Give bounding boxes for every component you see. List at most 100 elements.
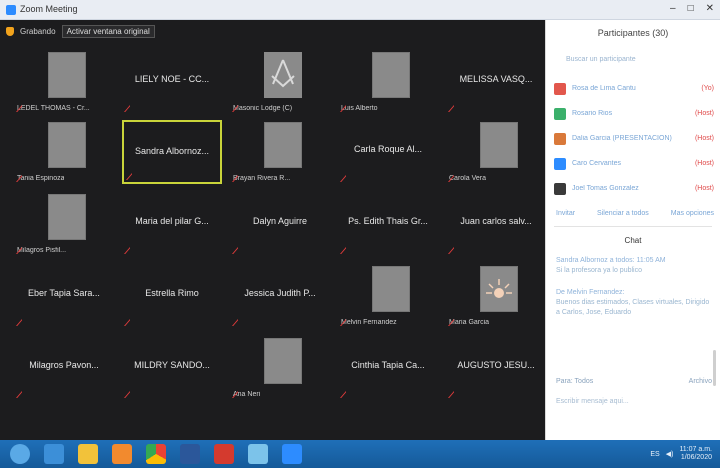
participant-list-item[interactable]: Rosa de Lima Cantu (Yo) xyxy=(554,76,714,101)
participant-list: Rosa de Lima Cantu (Yo) Rosario Rios (Host)… xyxy=(554,76,714,201)
participant-actions: Invitar Silenciar a todos Mas opciones xyxy=(556,210,714,217)
muted-mic-icon xyxy=(16,319,22,326)
participant-name: Eber Tapia Sara... xyxy=(28,288,100,298)
participant-name: Maria del pilar G... xyxy=(135,216,209,226)
participant-name: Cinthia Tapia Ca... xyxy=(351,360,425,370)
participant-name: LEDEL THOMAS - Cr... xyxy=(17,105,90,112)
participant-list-name: Rosario Rios xyxy=(572,110,613,117)
participant-list-item[interactable]: Joel Tomas Gonzalez (Host) xyxy=(554,176,714,201)
participant-list-item[interactable]: Rosario Rios (Host) xyxy=(554,101,714,126)
maximize-icon[interactable]: □ xyxy=(688,3,694,14)
muted-mic-icon xyxy=(126,173,132,180)
participant-name: Tania Espinoza xyxy=(17,175,65,182)
participant-tile[interactable]: Masonic Lodge (C) xyxy=(230,50,330,114)
chat-controls: Para: Todos Archivo xyxy=(556,378,712,385)
clock[interactable]: 11:07 a.m. 1/06/2020 xyxy=(679,446,712,462)
participant-tile[interactable]: Eber Tapia Sara... xyxy=(14,264,114,328)
file-explorer-icon[interactable] xyxy=(78,444,98,464)
internet-explorer-icon[interactable] xyxy=(44,444,64,464)
meeting-top-bar: Grabando Activar ventana original xyxy=(6,24,155,38)
language-indicator[interactable]: ES xyxy=(650,451,659,458)
participant-avatar xyxy=(554,82,566,95)
participant-name: Estrella Rimo xyxy=(145,288,199,298)
participant-search-input[interactable]: Buscar un participante xyxy=(566,56,636,63)
zoom-app-icon xyxy=(6,5,16,15)
participant-tile[interactable]: Melvin Fernandez xyxy=(338,264,438,328)
muted-mic-icon xyxy=(448,391,454,398)
participant-list-item[interactable]: Dalia Garcia (PRESENTACION) (Host) xyxy=(554,126,714,151)
participant-tile[interactable]: Luis Alberto xyxy=(338,50,438,114)
volume-icon[interactable]: ◀) xyxy=(666,450,674,458)
participant-list-item[interactable]: Caro Cervantes (Host) xyxy=(554,151,714,176)
participant-video xyxy=(480,266,518,312)
participant-tile[interactable]: Jessica Judith P... xyxy=(230,264,330,328)
participant-tile[interactable]: Maria del pilar G... xyxy=(122,192,222,256)
participant-status: (Yo) xyxy=(701,85,714,92)
participant-list-name: Rosa de Lima Cantu xyxy=(572,85,636,92)
muted-mic-icon xyxy=(340,175,346,182)
participant-name: Brayan Rivera R... xyxy=(233,175,291,182)
participant-status: (Host) xyxy=(694,160,714,167)
clock-time: 11:07 a.m. xyxy=(679,446,712,453)
participant-name: MILDRY SANDO... xyxy=(134,360,210,370)
participant-status: (Host) xyxy=(694,110,714,117)
participant-tile[interactable]: Dalyn Aguirre xyxy=(230,192,330,256)
more-options-button[interactable]: Mas opciones xyxy=(671,210,714,217)
participant-status: (Host) xyxy=(694,135,714,142)
participant-tile[interactable]: MILDRY SANDO... xyxy=(122,336,222,400)
muted-mic-icon xyxy=(340,247,346,254)
media-player-icon[interactable] xyxy=(112,444,132,464)
word-icon[interactable] xyxy=(180,444,200,464)
recording-status: Grabando xyxy=(20,26,56,36)
participant-tile[interactable]: Ps. Edith Thais Gr... xyxy=(338,192,438,256)
invite-button[interactable]: Invitar xyxy=(556,210,575,217)
windows-start-icon[interactable] xyxy=(10,444,30,464)
mute-all-button[interactable]: Silenciar a todos xyxy=(597,210,649,217)
participant-tile[interactable]: Milagros Pavon... xyxy=(14,336,114,400)
participant-avatar xyxy=(554,157,566,170)
close-icon[interactable]: ✕ xyxy=(706,3,714,14)
chat-messages: Sandra Albornoz a todos: 11:05 AM Si la … xyxy=(556,256,712,330)
clock-date: 1/06/2020 xyxy=(680,454,712,461)
muted-mic-icon xyxy=(448,247,454,254)
window-titlebar: Zoom Meeting – □ ✕ xyxy=(0,0,720,20)
participant-tile[interactable]: Milagros Pisfil... xyxy=(14,192,114,256)
participant-tile[interactable]: Carola Vera xyxy=(446,120,546,184)
participant-tile[interactable]: Ana Neri xyxy=(230,336,330,400)
chat-scrollbar[interactable] xyxy=(713,350,716,386)
participant-tile[interactable]: LEDEL THOMAS - Cr... xyxy=(14,50,114,114)
participant-video xyxy=(372,52,410,98)
file-button[interactable]: Archivo xyxy=(689,378,712,385)
muted-mic-icon xyxy=(124,247,130,254)
minimize-icon[interactable]: – xyxy=(670,3,676,14)
participant-video xyxy=(480,122,518,168)
participant-tile[interactable]: LIELY NOE - CC... xyxy=(122,50,222,114)
zoom-icon[interactable] xyxy=(282,444,302,464)
participant-list-name: Caro Cervantes xyxy=(572,160,622,167)
participant-name: Milagros Pavon... xyxy=(29,360,99,370)
meeting-gallery: Grabando Activar ventana original LEDEL … xyxy=(0,20,545,440)
paint-icon[interactable] xyxy=(248,444,268,464)
participant-name: Melvin Fernandez xyxy=(341,319,397,326)
participant-tile[interactable]: Sandra Albornoz... xyxy=(122,120,222,184)
participant-tile[interactable]: Juan carlos salv... xyxy=(446,192,546,256)
chat-input[interactable]: Escribir mensaje aqui... xyxy=(556,398,629,405)
chat-recipient-select[interactable]: Para: Todos xyxy=(556,378,593,385)
muted-mic-icon xyxy=(124,391,130,398)
participant-tile[interactable]: Estrella Rimo xyxy=(122,264,222,328)
chrome-icon[interactable] xyxy=(146,444,166,464)
participant-name: Carola Vera xyxy=(449,175,486,182)
participant-tile[interactable]: MELISSA VASQ... xyxy=(446,50,546,114)
chat-sender: Sandra Albornoz a todos: 11:05 AM xyxy=(556,257,666,264)
view-button[interactable]: Activar ventana original xyxy=(61,24,155,38)
acrobat-icon[interactable] xyxy=(214,444,234,464)
participant-tile[interactable]: Brayan Rivera R... xyxy=(230,120,330,184)
chat-message: Buenos dias estimados, Clases virtuales,… xyxy=(556,299,710,316)
participant-tile[interactable]: AUGUSTO JESU... xyxy=(446,336,546,400)
participant-tile[interactable]: Cinthia Tapia Ca... xyxy=(338,336,438,400)
participant-status: (Host) xyxy=(694,185,714,192)
participant-tile[interactable]: Tania Espinoza xyxy=(14,120,114,184)
system-tray: ES ◀) 11:07 a.m. 1/06/2020 xyxy=(650,446,712,462)
participant-tile[interactable]: Carla Roque Al... xyxy=(338,120,438,184)
participant-tile[interactable]: Maria Garcia xyxy=(446,264,546,328)
